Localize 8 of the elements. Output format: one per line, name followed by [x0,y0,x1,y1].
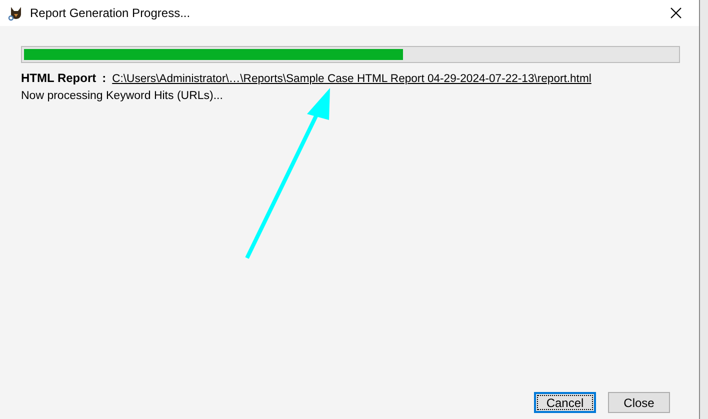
cancel-button[interactable]: Cancel [534,392,596,413]
window-title: Report Generation Progress... [30,6,192,20]
close-button[interactable]: Close [608,392,670,413]
app-icon [8,5,24,21]
report-label: HTML Report [21,71,96,85]
status-text: Now processing Keyword Hits (URLs)... [21,90,224,102]
separator: : [102,71,106,85]
report-path-link[interactable]: C:\Users\Administrator\…\Reports\Sample Case HTML Report 04-29-2024-07-22-13\report.html [112,73,592,85]
